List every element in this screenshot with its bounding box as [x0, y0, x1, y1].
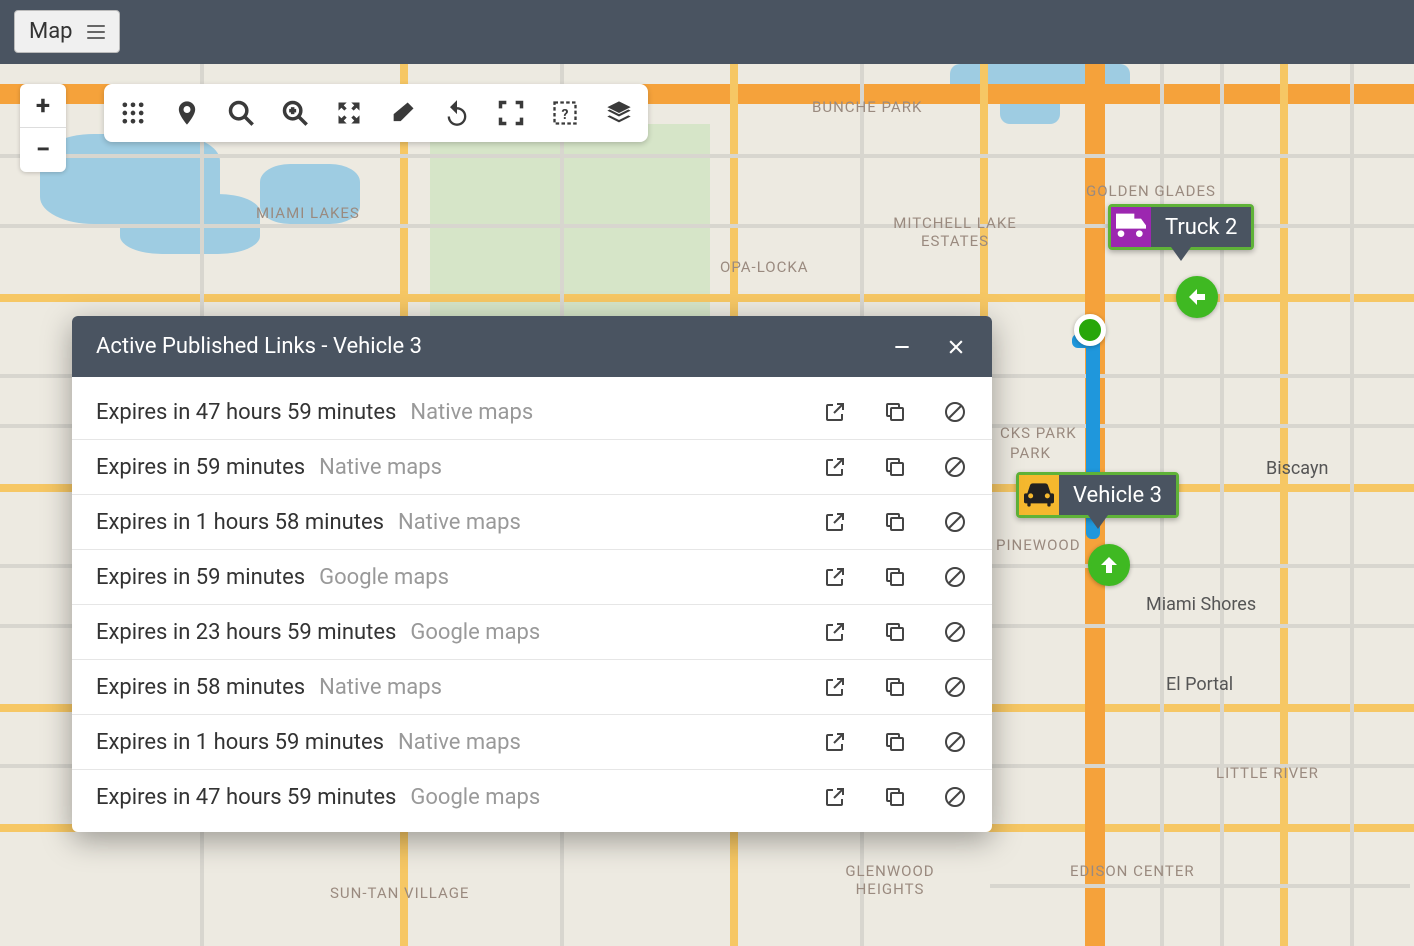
link-row: Expires in 59 minutes Native maps — [72, 440, 992, 495]
eraser-icon[interactable] — [386, 96, 420, 130]
open-link-icon[interactable] — [822, 784, 848, 810]
link-row: Expires in 47 hours 59 minutes Native ma… — [72, 385, 992, 440]
copy-link-icon[interactable] — [882, 399, 908, 425]
expand-icon[interactable] — [332, 96, 366, 130]
top-bar: Map — [0, 0, 1414, 64]
label-el-portal: El Portal — [1166, 674, 1233, 695]
map-toolbar: ? — [104, 84, 648, 142]
link-source: Native maps — [398, 510, 521, 535]
link-source: Native maps — [319, 455, 442, 480]
link-source: Native maps — [319, 675, 442, 700]
zoom-control: + − — [20, 84, 66, 172]
route-start-dot — [1074, 314, 1106, 346]
link-row: Expires in 47 hours 59 minutes Google ma… — [72, 770, 992, 824]
copy-link-icon[interactable] — [882, 564, 908, 590]
link-source: Google maps — [319, 565, 449, 590]
open-link-icon[interactable] — [822, 729, 848, 755]
revoke-link-icon[interactable] — [942, 619, 968, 645]
link-row: Expires in 58 minutes Native maps — [72, 660, 992, 715]
car-icon — [1019, 475, 1059, 515]
marker-truck-2-label: Truck 2 — [1151, 207, 1251, 247]
open-link-icon[interactable] — [822, 509, 848, 535]
open-link-icon[interactable] — [822, 454, 848, 480]
link-source: Google maps — [410, 620, 540, 645]
revoke-link-icon[interactable] — [942, 784, 968, 810]
link-expires: Expires in 1 hours 58 minutes — [96, 510, 384, 535]
label-cks-park: CKS PARK — [1000, 424, 1077, 442]
layers-icon[interactable] — [602, 96, 636, 130]
map-canvas[interactable]: BUNCHE PARK MIAMI LAKES GOLDEN GLADES MI… — [0, 64, 1414, 946]
copy-link-icon[interactable] — [882, 509, 908, 535]
label-miami-lakes: MIAMI LAKES — [256, 204, 360, 222]
open-link-icon[interactable] — [822, 674, 848, 700]
label-pinewood: PINEWOOD — [996, 536, 1081, 554]
link-source: Native maps — [398, 730, 521, 755]
link-row: Expires in 23 hours 59 minutes Google ma… — [72, 605, 992, 660]
open-link-icon[interactable] — [822, 399, 848, 425]
pin-icon[interactable] — [170, 96, 204, 130]
open-link-icon[interactable] — [822, 564, 848, 590]
copy-link-icon[interactable] — [882, 784, 908, 810]
link-expires: Expires in 59 minutes — [96, 455, 305, 480]
revoke-link-icon[interactable] — [942, 454, 968, 480]
label-biscayne: Biscayn — [1266, 458, 1328, 479]
marker-truck-2[interactable]: Truck 2 — [1108, 204, 1254, 250]
label-park: PARK — [1010, 444, 1051, 462]
revoke-link-icon[interactable] — [942, 564, 968, 590]
copy-link-icon[interactable] — [882, 729, 908, 755]
marker-vehicle-3[interactable]: Vehicle 3 — [1016, 472, 1179, 518]
label-suntan: SUN-TAN VILLAGE — [330, 884, 469, 902]
label-little-river: LITTLE RIVER — [1216, 764, 1319, 782]
link-row: Expires in 1 hours 58 minutes Native map… — [72, 495, 992, 550]
vehicle-3-direction-icon — [1088, 544, 1130, 586]
label-bunche-park: BUNCHE PARK — [812, 98, 922, 116]
link-expires: Expires in 58 minutes — [96, 675, 305, 700]
zoom-area-icon[interactable] — [278, 96, 312, 130]
open-link-icon[interactable] — [822, 619, 848, 645]
grid-icon[interactable] — [116, 96, 150, 130]
link-row: Expires in 1 hours 59 minutes Native map… — [72, 715, 992, 770]
panel-body: Expires in 47 hours 59 minutes Native ma… — [72, 377, 992, 832]
close-button[interactable] — [944, 335, 968, 359]
map-tab[interactable]: Map — [14, 10, 120, 53]
menu-icon[interactable] — [87, 25, 105, 39]
search-icon[interactable] — [224, 96, 258, 130]
panel-header: Active Published Links - Vehicle 3 — [72, 316, 992, 377]
link-expires: Expires in 47 hours 59 minutes — [96, 785, 396, 810]
panel-title: Active Published Links - Vehicle 3 — [96, 334, 890, 359]
revoke-link-icon[interactable] — [942, 509, 968, 535]
zoom-in-button[interactable]: + — [20, 84, 66, 128]
link-source: Native maps — [410, 400, 533, 425]
select-area-icon[interactable]: ? — [548, 96, 582, 130]
label-mitchell-lake: MITCHELL LAKE ESTATES — [890, 214, 1020, 250]
zoom-out-button[interactable]: − — [20, 128, 66, 172]
label-golden-glades: GOLDEN GLADES — [1086, 182, 1216, 200]
minimize-button[interactable] — [890, 335, 914, 359]
label-miami-shores: Miami Shores — [1146, 594, 1256, 615]
fullscreen-icon[interactable] — [494, 96, 528, 130]
svg-text:?: ? — [562, 107, 569, 123]
map-tab-label: Map — [29, 19, 73, 44]
undo-icon[interactable] — [440, 96, 474, 130]
copy-link-icon[interactable] — [882, 454, 908, 480]
label-opa-locka: OPA-LOCKA — [720, 258, 809, 276]
link-expires: Expires in 1 hours 59 minutes — [96, 730, 384, 755]
copy-link-icon[interactable] — [882, 674, 908, 700]
revoke-link-icon[interactable] — [942, 729, 968, 755]
link-expires: Expires in 59 minutes — [96, 565, 305, 590]
link-expires: Expires in 23 hours 59 minutes — [96, 620, 396, 645]
link-source: Google maps — [410, 785, 540, 810]
link-row: Expires in 59 minutes Google maps — [72, 550, 992, 605]
marker-vehicle-3-label: Vehicle 3 — [1059, 475, 1176, 515]
copy-link-icon[interactable] — [882, 619, 908, 645]
revoke-link-icon[interactable] — [942, 399, 968, 425]
label-edison-center: EDISON CENTER — [1070, 862, 1195, 880]
truck-icon — [1111, 207, 1151, 247]
revoke-link-icon[interactable] — [942, 674, 968, 700]
published-links-panel: Active Published Links - Vehicle 3 Expir… — [72, 316, 992, 832]
link-expires: Expires in 47 hours 59 minutes — [96, 400, 396, 425]
truck-2-direction-icon — [1176, 276, 1218, 318]
label-glenwood: GLENWOOD HEIGHTS — [830, 862, 950, 898]
